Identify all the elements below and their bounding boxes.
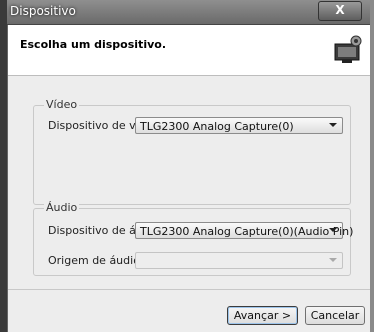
video-group: Vídeo Dispositivo de vídeo: TLG2300 Anal… [33, 98, 351, 205]
button-separator [8, 289, 371, 290]
audio-group: Áudio Dispositivo de áudio: TLG2300 Anal… [33, 201, 353, 276]
dialog-header: Escolha um dispositivo. [8, 25, 371, 76]
audio-source-select[interactable] [135, 252, 343, 269]
title-bar: Dispositivo X [0, 0, 370, 25]
audio-source-label: Origem de áudio: [48, 254, 144, 267]
audio-device-value: TLG2300 Analog Capture(0)(Audio Pin) [140, 225, 354, 238]
next-button[interactable]: Avançar > [227, 306, 298, 325]
close-button[interactable]: X [318, 1, 362, 21]
video-device-select[interactable]: TLG2300 Analog Capture(0) [135, 117, 343, 134]
background-strip-left [0, 0, 7, 332]
cancel-button[interactable]: Cancelar [305, 306, 365, 325]
background-strip-right [370, 0, 374, 332]
audio-device-select[interactable]: TLG2300 Analog Capture(0)(Audio Pin) [135, 222, 353, 239]
window-title: Dispositivo [10, 4, 76, 18]
audio-group-label: Áudio [44, 201, 80, 214]
video-device-value: TLG2300 Analog Capture(0) [140, 120, 294, 133]
chevron-down-icon [329, 258, 337, 262]
header-title: Escolha um dispositivo. [20, 38, 166, 51]
chevron-down-icon [329, 123, 337, 127]
dialog-client: Escolha um dispositivo. Vídeo Dispositiv… [7, 25, 371, 332]
device-settings-icon [334, 35, 362, 63]
video-group-label: Vídeo [44, 98, 80, 111]
chevron-down-icon [329, 228, 337, 232]
